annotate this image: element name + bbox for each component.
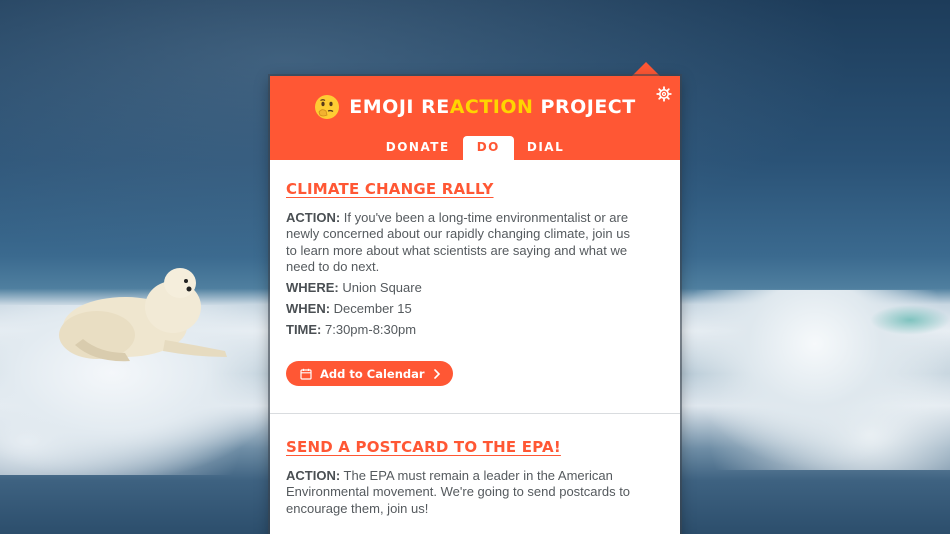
event-time: TIME: 7:30pm-8:30pm	[286, 322, 664, 338]
action-label: ACTION:	[286, 210, 341, 225]
polar-bear-image	[59, 268, 227, 362]
event-action-text: ACTION: If you've been a long-time envir…	[286, 210, 631, 275]
time-label: TIME:	[286, 322, 322, 338]
popup-header: EMOJI REACTION PROJECT DONATE DO DIAL	[270, 76, 680, 160]
extension-popup: EMOJI REACTION PROJECT DONATE DO DIAL CL…	[270, 76, 680, 534]
gear-icon[interactable]	[656, 86, 672, 102]
chevron-right-icon	[433, 368, 440, 379]
app-title: EMOJI REACTION PROJECT	[349, 96, 635, 118]
tab-bar: DONATE DO DIAL	[270, 136, 680, 160]
app-title-highlight: ACTION	[449, 96, 534, 118]
thinking-face-emoji-icon	[315, 95, 340, 119]
tab-donate[interactable]: DONATE	[373, 136, 463, 160]
when-label: WHEN:	[286, 301, 331, 317]
where-label: WHERE:	[286, 280, 339, 296]
tab-dial[interactable]: DIAL	[514, 136, 577, 160]
add-to-calendar-label: Add to Calendar	[320, 366, 425, 381]
app-title-part2: PROJECT	[533, 96, 636, 118]
event-where: WHERE: Union Square	[286, 280, 664, 296]
popup-caret	[632, 62, 660, 76]
event-action-text: ACTION: The EPA must remain a leader in …	[286, 468, 631, 517]
event-title-link[interactable]: SEND A POSTCARD TO THE EPA!	[286, 438, 561, 456]
event-card-climate-rally: CLIMATE CHANGE RALLY ACTION: If you've b…	[270, 160, 680, 415]
where-value: Union Square	[338, 280, 422, 296]
popup-content: CLIMATE CHANGE RALLY ACTION: If you've b…	[270, 160, 680, 517]
background-scene: EMOJI REACTION PROJECT DONATE DO DIAL CL…	[0, 0, 950, 534]
event-when: WHEN: December 15	[286, 301, 664, 317]
when-value: December 15	[330, 301, 412, 317]
calendar-icon	[300, 368, 312, 380]
action-label: ACTION:	[286, 468, 341, 484]
app-title-part1: EMOJI RE	[349, 96, 450, 118]
event-title-link[interactable]: CLIMATE CHANGE RALLY	[286, 180, 494, 198]
add-to-calendar-button[interactable]: Add to Calendar	[286, 361, 453, 387]
event-card-epa-postcard: SEND A POSTCARD TO THE EPA! ACTION: The …	[286, 414, 664, 517]
time-value: 7:30pm-8:30pm	[321, 322, 417, 338]
tab-do[interactable]: DO	[462, 136, 514, 160]
title-row: EMOJI REACTION PROJECT	[270, 94, 680, 120]
ice-teal-patch	[870, 305, 950, 335]
